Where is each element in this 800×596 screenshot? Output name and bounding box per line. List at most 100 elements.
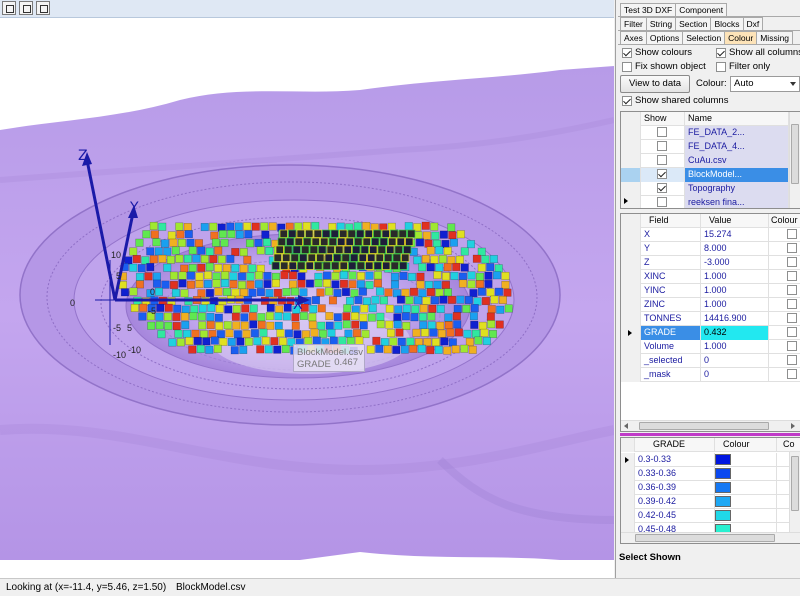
field-name[interactable]: GRADE [641, 326, 701, 340]
row-header[interactable] [621, 242, 641, 256]
field-row[interactable]: _mask 0 [621, 368, 800, 382]
field-name[interactable]: ZINC [641, 298, 701, 312]
show-all-columns-checkbox[interactable] [716, 48, 726, 58]
field-value[interactable]: 1.000 [701, 298, 769, 312]
field-name[interactable]: X [641, 228, 701, 242]
legend-grid-vscroll[interactable] [789, 452, 800, 533]
row-header[interactable] [621, 495, 635, 509]
show-object-checkbox[interactable] [657, 155, 667, 165]
field-value[interactable]: 1.000 [701, 270, 769, 284]
show-colours-checkbox[interactable] [622, 48, 632, 58]
column-header-field[interactable]: Field [641, 214, 701, 228]
field-row[interactable]: YINC 1.000 [621, 284, 800, 298]
show-object-checkbox[interactable] [657, 141, 667, 151]
row-header[interactable] [621, 368, 641, 382]
colour-swatch[interactable] [715, 454, 731, 465]
row-header[interactable] [621, 312, 641, 326]
show-shared-columns-checkbox[interactable] [622, 96, 632, 106]
field-row[interactable]: XINC 1.000 [621, 270, 800, 284]
column-header-grade[interactable]: GRADE [635, 438, 715, 452]
field-value[interactable]: 0 [701, 368, 769, 382]
legend-row[interactable]: 0.42-0.45 [621, 509, 800, 523]
field-value[interactable]: 8.000 [701, 242, 769, 256]
field-value[interactable]: 15.274 [701, 228, 769, 242]
colour-cell[interactable] [715, 509, 777, 523]
field-value[interactable]: 0 [701, 354, 769, 368]
column-header-value[interactable]: Value [701, 214, 769, 228]
legend-row[interactable]: 0.3-0.33 [621, 453, 800, 467]
show-object-checkbox[interactable] [657, 183, 667, 193]
object-name[interactable]: reeksen fina... [685, 196, 789, 208]
grade-range[interactable]: 0.3-0.33 [635, 453, 715, 467]
colour-field-checkbox[interactable] [787, 313, 797, 323]
colour-cell[interactable] [715, 467, 777, 481]
colour-swatch[interactable] [715, 510, 731, 521]
colour-select[interactable]: Auto [730, 76, 800, 92]
colour-swatch[interactable] [715, 468, 731, 479]
row-header[interactable] [621, 228, 641, 242]
minimize-window-icon[interactable] [2, 1, 16, 15]
tab-section[interactable]: Section [675, 17, 712, 30]
colour-field-checkbox[interactable] [787, 327, 797, 337]
legend-row[interactable]: 0.39-0.42 [621, 495, 800, 509]
object-row[interactable]: reeksen fina... [621, 196, 789, 208]
tab-axes[interactable]: Axes [620, 31, 647, 44]
object-row[interactable]: BlockModel... [621, 168, 789, 182]
field-value[interactable]: 0.432 [701, 326, 769, 340]
row-header[interactable] [621, 256, 641, 270]
tab-test-3d-dxf[interactable]: Test 3D DXF [620, 3, 677, 16]
column-header-co[interactable]: Co [777, 438, 800, 452]
grade-range[interactable]: 0.36-0.39 [635, 481, 715, 495]
show-object-checkbox[interactable] [657, 197, 667, 207]
field-name[interactable]: _selected [641, 354, 701, 368]
tab-colour[interactable]: Colour [724, 31, 758, 44]
object-row[interactable]: FE_DATA_4... [621, 140, 789, 154]
row-header[interactable] [621, 284, 641, 298]
tab-filter[interactable]: Filter [620, 17, 647, 30]
column-header-show[interactable]: Show [641, 112, 685, 126]
colour-swatch[interactable] [715, 496, 731, 507]
colour-field-checkbox[interactable] [787, 285, 797, 295]
object-name[interactable]: FE_DATA_4... [685, 140, 789, 154]
field-row[interactable]: Z -3.000 [621, 256, 800, 270]
colour-field-checkbox[interactable] [787, 271, 797, 281]
splitter[interactable] [620, 433, 800, 436]
scroll-right-icon[interactable] [791, 423, 795, 429]
row-header[interactable] [621, 182, 641, 196]
colour-field-checkbox[interactable] [787, 229, 797, 239]
colour-field-checkbox[interactable] [787, 257, 797, 267]
colour-field-checkbox[interactable] [787, 369, 797, 379]
object-row[interactable]: FE_DATA_2... [621, 126, 789, 140]
field-row[interactable]: Volume 1.000 [621, 340, 800, 354]
grade-range[interactable]: 0.39-0.42 [635, 495, 715, 509]
field-row[interactable]: GRADE 0.432 [621, 326, 800, 340]
tab-missing[interactable]: Missing [756, 31, 794, 44]
grade-range[interactable]: 0.33-0.36 [635, 467, 715, 481]
objects-grid-vscroll[interactable] [789, 112, 800, 208]
maximize-window-icon[interactable] [36, 1, 50, 15]
legend-row[interactable]: 0.36-0.39 [621, 481, 800, 495]
colour-field-checkbox[interactable] [787, 243, 797, 253]
legend-grid-hscroll[interactable] [621, 532, 800, 543]
object-row[interactable]: Topography [621, 182, 789, 196]
show-object-checkbox[interactable] [657, 127, 667, 137]
select-shown-label[interactable]: Select Shown [619, 552, 681, 563]
tab-options[interactable]: Options [645, 31, 684, 44]
colour-cell[interactable] [715, 495, 777, 509]
colour-field-checkbox[interactable] [787, 355, 797, 365]
field-value[interactable]: -3.000 [701, 256, 769, 270]
row-header[interactable] [621, 270, 641, 284]
row-header[interactable] [621, 140, 641, 154]
field-name[interactable]: XINC [641, 270, 701, 284]
fix-shown-object-checkbox[interactable] [622, 62, 632, 72]
row-header[interactable] [621, 168, 641, 182]
row-header[interactable] [621, 509, 635, 523]
scroll-left-icon[interactable] [624, 423, 628, 429]
colour-cell[interactable] [715, 453, 777, 467]
object-row[interactable]: CuAu.csv [621, 154, 789, 168]
field-row[interactable]: ZINC 1.000 [621, 298, 800, 312]
row-header[interactable] [621, 354, 641, 368]
column-header-name[interactable]: Name [685, 112, 789, 126]
column-header-colour[interactable]: Colour [715, 438, 777, 452]
show-object-checkbox[interactable] [657, 169, 667, 179]
